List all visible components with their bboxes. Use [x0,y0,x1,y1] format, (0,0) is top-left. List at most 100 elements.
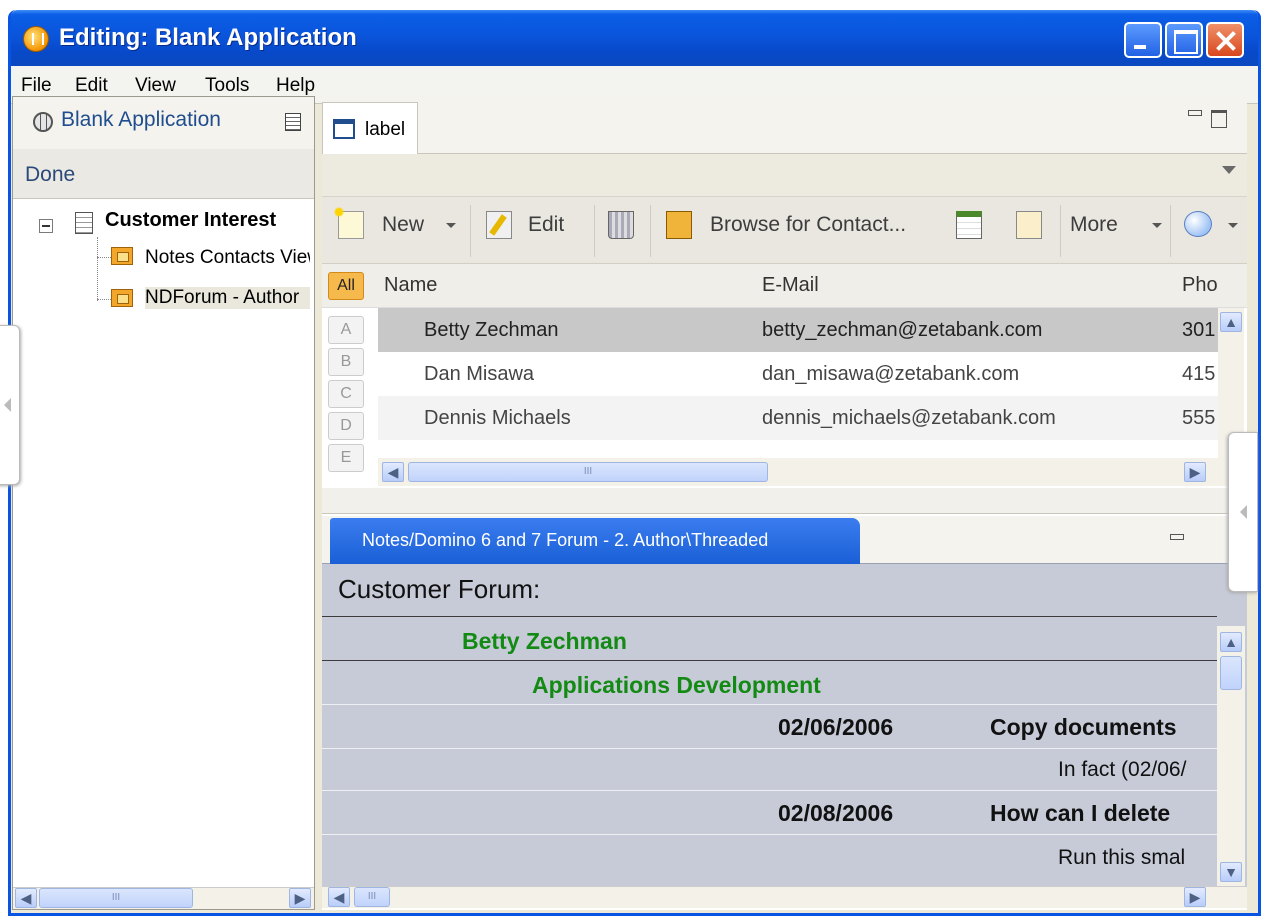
scroll-left-arrow[interactable]: ◀ [382,462,404,482]
scroll-right-arrow[interactable]: ▶ [1184,887,1206,907]
new-dropdown-icon[interactable] [446,223,456,228]
view-folder-icon [111,247,133,265]
browse-contacts-button[interactable]: Browse for Contact... [710,213,906,237]
edit-button[interactable]: Edit [528,213,564,237]
tab-forum-threaded[interactable]: Notes/Domino 6 and 7 Forum - 2. Author\T… [330,518,860,564]
forum-vscrollbar[interactable]: ▲ ▼ [1217,626,1245,886]
scroll-thumb[interactable]: III [354,887,390,907]
lower-tab-strip: Notes/Domino 6 and 7 Forum - 2. Author\T… [322,516,1247,564]
title-bar[interactable]: Editing: Blank Application [11,10,1258,66]
column-header-phone[interactable]: Pho [1182,274,1222,297]
pane-splitter[interactable] [322,488,1247,514]
menu-file[interactable]: File [21,75,52,97]
scroll-right-arrow[interactable]: ▶ [1184,462,1206,482]
forum-category[interactable]: Applications Development [532,672,821,699]
index-tab-a[interactable]: A [328,316,364,344]
view-menu-dropdown-icon[interactable] [1222,166,1236,174]
menu-tools[interactable]: Tools [205,75,249,97]
index-tab-all[interactable]: All [328,272,364,300]
menu-edit[interactable]: Edit [75,75,108,97]
maximize-button[interactable] [1165,22,1203,58]
browse-icon[interactable] [666,211,692,239]
scroll-up-arrow[interactable]: ▲ [1220,312,1242,332]
calendar-icon[interactable] [956,211,982,239]
table-header: Name E-Mail Pho [322,264,1247,308]
scroll-thumb[interactable]: III [408,462,768,482]
search-bubble-icon[interactable] [1184,211,1212,237]
contact-name: Dennis Michaels [424,407,571,429]
search-dropdown-icon[interactable] [1228,223,1238,228]
tab-label[interactable]: label [322,102,418,155]
more-button[interactable]: More [1070,213,1118,237]
navigator-pane: Blank Application Done Customer Interest… [12,96,315,910]
close-button[interactable] [1206,22,1244,58]
column-header-email[interactable]: E-Mail [762,274,819,297]
post-reply[interactable]: In fact (02/06/ [1058,758,1218,782]
row-divider [322,660,1217,661]
window-icon [333,119,355,139]
notes-app-icon [23,26,49,52]
menu-help[interactable]: Help [276,75,315,97]
contact-email: dan_misawa@zetabank.com [762,363,1020,385]
globe-icon [33,112,53,132]
new-icon[interactable] [333,206,364,239]
view-maximize-icon[interactable] [1211,110,1227,128]
collapse-icon[interactable] [39,219,53,233]
post-reply[interactable]: Run this smal [1058,846,1218,870]
index-tab-c[interactable]: C [328,380,364,408]
new-button[interactable]: New [382,213,424,237]
scroll-left-arrow[interactable]: ◀ [15,888,37,908]
status-row: Done [13,149,314,199]
post-subject[interactable]: How can I delete [990,800,1218,827]
index-tab-b[interactable]: B [328,348,364,376]
navigator-hscrollbar[interactable]: ◀ III ▶ [13,887,314,909]
forum-hscrollbar[interactable]: ◀ III ▶ [322,886,1247,908]
scroll-left-arrow[interactable]: ◀ [328,887,350,907]
navigator-title: Blank Application [61,108,221,131]
table-row[interactable]: Dennis Michaels dennis_michaels@zetabank… [378,396,1218,440]
table-hscrollbar[interactable]: ◀ III ▶ [378,458,1244,486]
scroll-down-arrow[interactable]: ▼ [1220,862,1242,882]
table-row[interactable]: Dan Misawa dan_misawa@zetabank.com 415 [378,352,1218,396]
document-icon [75,212,93,234]
index-tab-d[interactable]: D [328,412,364,440]
tree-item-notes-contacts[interactable]: Notes Contacts View [145,247,310,269]
row-divider [322,616,1217,617]
contact-name: Betty Zechman [424,319,559,341]
forum-title: Customer Forum: [338,574,541,604]
contact-name: Dan Misawa [424,363,535,385]
collapse-right-handle[interactable] [1228,432,1258,592]
window-title: Editing: Blank Application [59,24,357,51]
contact-phone: 555 [1182,407,1216,429]
index-tab-e[interactable]: E [328,444,364,472]
contacts-toolbar: New Edit Browse for Contact... More [322,196,1247,264]
toolbar-separator [1060,205,1061,257]
menu-view[interactable]: View [135,75,176,97]
toolbar-separator [594,205,595,257]
view-minimize-icon[interactable] [1170,534,1184,540]
scroll-thumb[interactable] [1220,656,1242,690]
view-menu-icon[interactable] [285,113,301,131]
tab-forum-label: Notes/Domino 6 and 7 Forum - 2. Author\T… [362,530,769,550]
view-minimize-icon[interactable] [1188,110,1202,116]
minimize-button[interactable] [1124,22,1162,58]
forum-author[interactable]: Betty Zechman [462,628,627,655]
row-divider [322,748,1217,749]
scroll-up-arrow[interactable]: ▲ [1220,632,1242,652]
tree-item-ndforum[interactable]: NDForum - Author [145,287,310,309]
tab-label-text: label [365,119,406,140]
contact-card-icon[interactable] [1016,211,1042,239]
post-subject[interactable]: Copy documents [990,714,1218,741]
delete-icon[interactable] [608,211,634,239]
table-row[interactable]: Betty Zechman betty_zechman@zetabank.com… [378,308,1218,352]
collapse-left-handle[interactable] [0,325,20,485]
scroll-right-arrow[interactable]: ▶ [289,888,311,908]
edit-icon[interactable] [486,211,512,239]
column-header-name[interactable]: Name [384,274,437,297]
contact-email: dennis_michaels@zetabank.com [762,407,1056,429]
view-tab-strip: label [322,96,1247,155]
scroll-thumb[interactable]: III [39,888,193,908]
more-dropdown-icon[interactable] [1152,223,1162,228]
tree-root-customer-interest[interactable]: Customer Interest [105,209,310,232]
row-divider [322,834,1217,835]
